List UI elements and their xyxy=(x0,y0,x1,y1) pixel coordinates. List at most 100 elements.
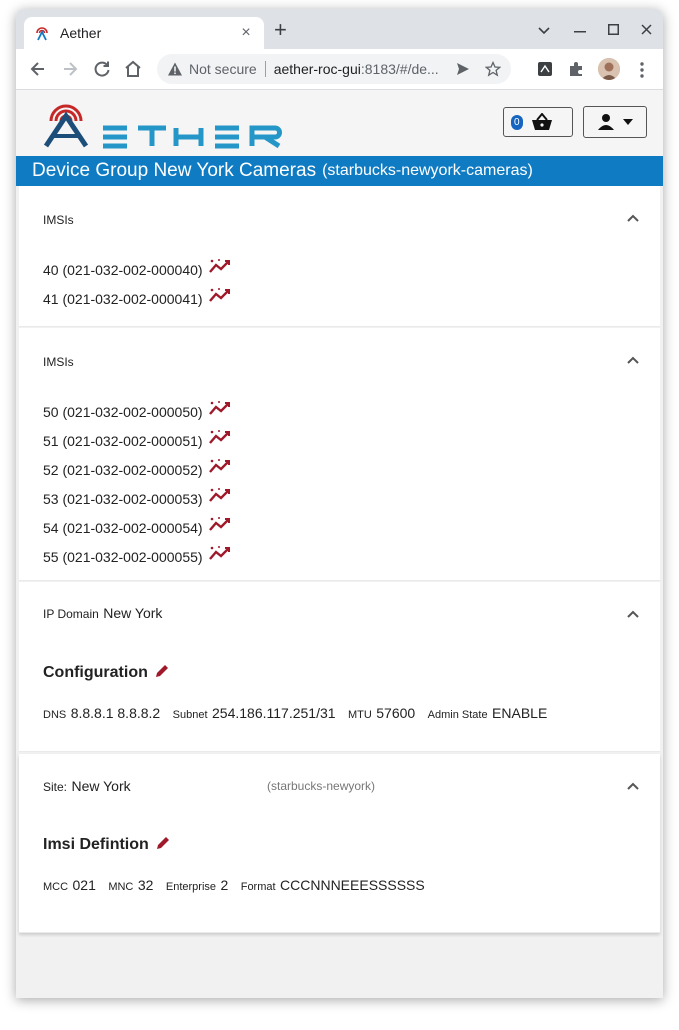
monitor-chart-icon[interactable] xyxy=(208,486,233,504)
back-arrow-icon[interactable] xyxy=(28,59,48,79)
imsi-definition-values: MCC 021 MNC 32 Enterprise 2 Format CCCNN… xyxy=(43,877,433,895)
device-group-title-bar: Device Group New York Cameras (starbucks… xyxy=(16,156,663,186)
profile-avatar[interactable] xyxy=(598,58,620,80)
browser-toolbar: Not secure aether-roc-gui:8183/#/de... xyxy=(16,49,663,90)
imsi-item: 40 (021-032-002-000040) xyxy=(43,259,233,278)
site-label: Site: xyxy=(43,780,68,794)
imsi-item-label: 52 (021-032-002-000052) xyxy=(43,462,203,478)
aether-favicon-icon xyxy=(36,27,48,41)
bookmark-star-icon[interactable] xyxy=(485,61,501,77)
ip-domain-config-values: DNS 8.8.8.1 8.8.8.2 Subnet 254.186.117.2… xyxy=(43,705,555,723)
imsi-item: 52 (021-032-002-000052) xyxy=(43,459,233,478)
collapse-chevron-icon[interactable] xyxy=(626,607,640,621)
mnc-label: MNC xyxy=(108,881,134,893)
puzzle-extensions-icon[interactable] xyxy=(567,60,585,78)
imsi-item-label: 50 (021-032-002-000050) xyxy=(43,404,203,420)
imsi-item-label: 53 (021-032-002-000053) xyxy=(43,491,203,507)
collapse-chevron-icon[interactable] xyxy=(626,353,640,367)
address-bar[interactable]: Not secure aether-roc-gui:8183/#/de... xyxy=(157,54,511,84)
dns-label: DNS xyxy=(43,709,67,721)
format-label: Format xyxy=(240,881,276,893)
dns-value: 8.8.8.1 8.8.8.2 xyxy=(70,705,161,721)
browser-window: Aether × + Not secure aether-roc-gui:818… xyxy=(16,9,663,998)
site-panel: Site: New York (starbucks-newyork) Imsi … xyxy=(19,754,660,933)
imsi-item: 41 (021-032-002-000041) xyxy=(43,288,233,307)
forward-arrow-icon[interactable] xyxy=(60,59,80,79)
tab-strip: Aether × + xyxy=(16,9,663,49)
imsi-item: 53 (021-032-002-000053) xyxy=(43,488,233,507)
tab-title: Aether xyxy=(60,25,102,41)
monitor-chart-icon[interactable] xyxy=(208,515,233,533)
monitor-chart-icon[interactable] xyxy=(208,544,233,562)
subnet-label: Subnet xyxy=(172,709,208,721)
tab-aether[interactable]: Aether × xyxy=(24,17,264,49)
imsi-item: 55 (021-032-002-000055) xyxy=(43,546,233,565)
not-secure-label: Not secure xyxy=(189,61,257,77)
subnet-value: 254.186.117.251/31 xyxy=(212,705,336,721)
ip-domain-value: New York xyxy=(103,605,163,621)
minimize-icon[interactable] xyxy=(574,31,586,33)
ip-domain-header: IP Domain New York xyxy=(43,605,162,623)
imsi-panel-label: IMSIs xyxy=(43,213,74,227)
monitor-chart-icon[interactable] xyxy=(208,428,233,446)
browser-menu-icon[interactable] xyxy=(640,62,644,78)
mnc-value: 32 xyxy=(137,877,154,893)
imsi-item-label: 40 (021-032-002-000040) xyxy=(43,262,203,278)
enterprise-value: 2 xyxy=(220,877,229,893)
imsi-item: 54 (021-032-002-000054) xyxy=(43,517,233,536)
aether-logo[interactable] xyxy=(43,97,313,149)
imsi-panel-label: IMSIs xyxy=(43,355,74,369)
user-menu-button[interactable] xyxy=(583,106,647,138)
mcc-value: 021 xyxy=(72,877,96,893)
tab-search-chevron-icon[interactable] xyxy=(538,27,550,35)
site-id: (starbucks-newyork) xyxy=(267,779,376,793)
new-tab-button[interactable]: + xyxy=(274,19,287,41)
monitor-chart-icon[interactable] xyxy=(208,457,233,475)
imsi-item-label: 51 (021-032-002-000051) xyxy=(43,433,203,449)
url-text[interactable]: aether-roc-gui:8183/#/de... xyxy=(274,61,449,77)
send-tab-icon[interactable] xyxy=(455,61,471,77)
home-icon[interactable] xyxy=(123,59,143,79)
edit-pencil-icon[interactable] xyxy=(154,663,170,679)
imsi-definition-heading: Imsi Defintion xyxy=(43,836,171,854)
ip-domain-panel: IP Domain New York Configuration DNS 8.8… xyxy=(19,582,660,752)
imsi-item-label: 41 (021-032-002-000041) xyxy=(43,291,203,307)
mtu-value: 57600 xyxy=(376,705,416,721)
basket-icon xyxy=(531,113,552,130)
admin-state-value: ENABLE xyxy=(492,705,548,721)
imsi-item: 51 (021-032-002-000051) xyxy=(43,430,233,449)
admin-state-label: Admin State xyxy=(427,709,488,721)
format-value: CCCNNNEEESSSSSS xyxy=(280,877,425,893)
page-title-id: (starbucks-newyork-cameras) xyxy=(322,162,533,179)
collapse-chevron-icon[interactable] xyxy=(626,779,640,793)
imsi-item-label: 55 (021-032-002-000055) xyxy=(43,549,203,565)
imsi-item: 50 (021-032-002-000050) xyxy=(43,401,233,420)
reload-icon[interactable] xyxy=(92,59,112,79)
mcc-label: MCC xyxy=(43,881,69,893)
monitor-chart-icon[interactable] xyxy=(208,286,233,304)
enterprise-label: Enterprise xyxy=(165,881,217,893)
site-value: New York xyxy=(71,778,131,794)
site-header: Site: New York xyxy=(43,778,131,796)
imsi-panel: IMSIs 50 (021-032-002-000050) 51 (021-03… xyxy=(19,328,660,581)
tab-close-icon[interactable]: × xyxy=(238,24,254,42)
edit-pencil-icon[interactable] xyxy=(155,835,171,851)
maximize-icon[interactable] xyxy=(608,24,619,35)
page-title: Device Group New York Cameras xyxy=(32,160,317,181)
imsi-panel: IMSIs 40 (021-032-002-000040) 41 (021-03… xyxy=(19,186,660,327)
extension-icon[interactable] xyxy=(536,60,554,78)
monitor-chart-icon[interactable] xyxy=(208,399,233,417)
close-window-icon[interactable] xyxy=(641,24,652,35)
collapse-chevron-icon[interactable] xyxy=(626,211,640,225)
configuration-heading: Configuration xyxy=(43,664,170,682)
basket-button[interactable]: 0 xyxy=(503,107,573,137)
warning-triangle-icon[interactable] xyxy=(167,61,183,77)
imsi-item-label: 54 (021-032-002-000054) xyxy=(43,520,203,536)
mtu-label: MTU xyxy=(347,709,372,721)
monitor-chart-icon[interactable] xyxy=(208,257,233,275)
configuration-heading-text: Configuration xyxy=(43,664,148,681)
profile-photo-icon xyxy=(598,58,620,80)
app-header: 0 xyxy=(16,90,663,156)
ip-domain-label: IP Domain xyxy=(43,607,99,621)
page-content: 0 Device Group New York Cameras (starbuc… xyxy=(16,90,663,998)
